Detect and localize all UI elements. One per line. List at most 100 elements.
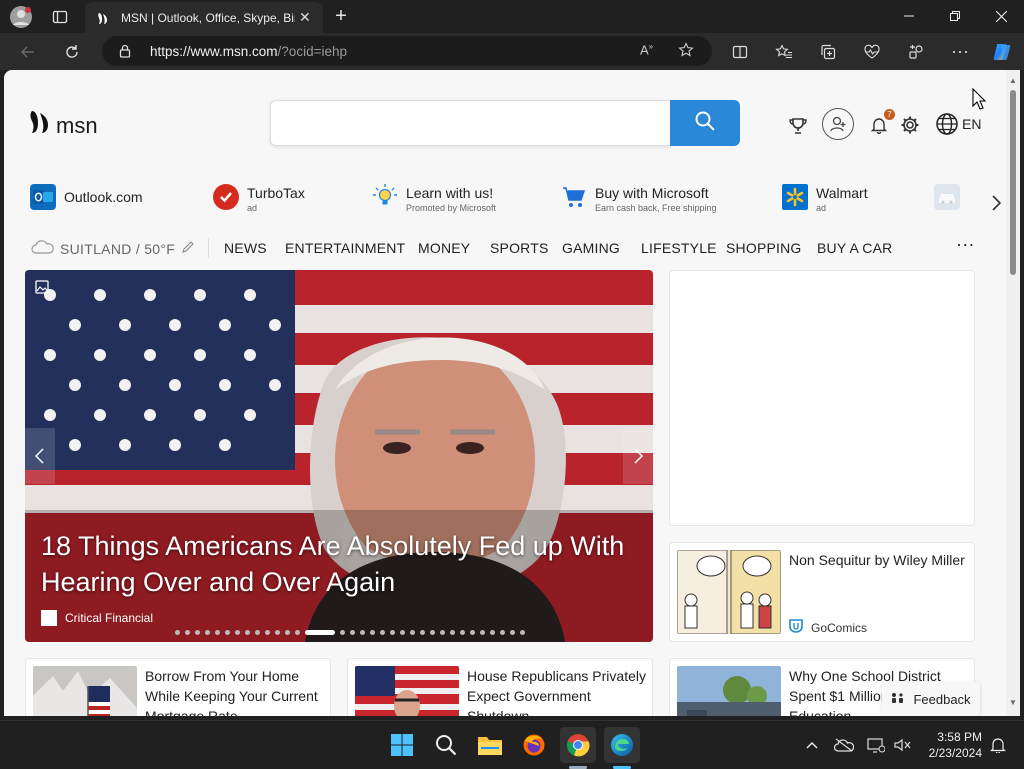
nav-money[interactable]: MONEY (418, 240, 470, 256)
news-card-mortgage[interactable]: Borrow From Your Home While Keeping Your… (25, 658, 331, 716)
more-menu-icon[interactable]: ··· (942, 33, 978, 70)
read-aloud-icon[interactable]: A» (640, 42, 653, 57)
carousel-dot[interactable] (340, 630, 345, 635)
news-card-comic[interactable]: Non Sequitur by Wiley Miller GoComics (669, 542, 975, 642)
edit-pencil-icon[interactable] (181, 240, 195, 257)
tab-close-icon[interactable]: ✕ (299, 9, 311, 26)
minimize-button[interactable] (886, 0, 932, 32)
edge-icon[interactable] (604, 727, 640, 763)
carousel-dot[interactable] (205, 630, 210, 635)
hero-headline[interactable]: 18 Things Americans Are Absolutely Fed u… (41, 528, 631, 600)
volume-muted-icon[interactable] (892, 735, 912, 755)
page-scrollbar[interactable]: ▲ ▼ (1006, 70, 1020, 716)
favorites-icon[interactable] (766, 33, 802, 70)
favorite-star-icon[interactable] (678, 42, 694, 63)
firefox-icon[interactable] (516, 727, 552, 763)
system-clock[interactable]: 3:58 PM 2/23/2024 (920, 729, 982, 761)
carousel-dot[interactable] (245, 630, 250, 635)
back-arrow-icon[interactable] (10, 33, 46, 70)
url-field[interactable]: https://www.msn.com/?ocid=iehp A» (102, 36, 712, 66)
carousel-dot[interactable] (470, 630, 475, 635)
tab-actions-icon[interactable] (48, 6, 72, 28)
carousel-dot[interactable] (490, 630, 495, 635)
collections-icon[interactable] (810, 33, 846, 70)
news-card-house[interactable]: House Republicans Privately Expect Gover… (347, 658, 653, 716)
carousel-dot[interactable] (285, 630, 290, 635)
network-icon[interactable] (866, 735, 886, 755)
rewards-trophy-icon[interactable] (786, 114, 810, 138)
nav-sports[interactable]: SPORTS (490, 240, 549, 256)
quick-link-outlook[interactable]: Outlook.com (30, 184, 143, 210)
carousel-dot[interactable] (255, 630, 260, 635)
carousel-dot[interactable] (235, 630, 240, 635)
nav-shopping[interactable]: SHOPPING (726, 240, 802, 256)
tray-overflow-chevron-icon[interactable] (802, 735, 822, 755)
hero-carousel[interactable]: 18 Things Americans Are Absolutely Fed u… (25, 270, 653, 642)
quick-links-next-arrow[interactable] (988, 192, 1004, 214)
language-label[interactable]: EN (962, 116, 981, 132)
carousel-dot[interactable] (295, 630, 300, 635)
taskbar-search-icon[interactable] (428, 727, 464, 763)
carousel-dot[interactable] (400, 630, 405, 635)
carousel-dot[interactable] (420, 630, 425, 635)
profile-avatar-icon[interactable] (8, 4, 34, 30)
quick-link-buy-microsoft[interactable]: Buy with Microsoft Earn cash back, Free … (561, 184, 717, 214)
quick-link-walmart[interactable]: Walmart ad (782, 184, 868, 214)
hero-next-arrow[interactable] (623, 428, 653, 484)
copilot-icon[interactable] (984, 33, 1020, 70)
settings-gear-icon[interactable] (898, 113, 922, 137)
quick-link-learn[interactable]: Learn with us! Promoted by Microsoft (372, 184, 496, 214)
carousel-dot[interactable] (215, 630, 220, 635)
quick-link-faded[interactable] (934, 184, 960, 210)
browser-essentials-icon[interactable] (854, 33, 890, 70)
search-button[interactable] (670, 100, 740, 146)
onedrive-icon[interactable] (834, 735, 854, 755)
carousel-dot[interactable] (500, 630, 505, 635)
lock-icon[interactable] (118, 44, 132, 63)
carousel-dot[interactable] (510, 630, 515, 635)
nav-gaming[interactable]: GAMING (562, 240, 620, 256)
split-screen-icon[interactable] (722, 33, 758, 70)
carousel-dot[interactable] (440, 630, 445, 635)
feedback-button[interactable]: Feedback (882, 682, 980, 716)
nav-news[interactable]: NEWS (224, 240, 267, 256)
carousel-dot[interactable] (390, 630, 395, 635)
carousel-dot[interactable] (460, 630, 465, 635)
carousel-dot[interactable] (265, 630, 270, 635)
scrollbar-thumb[interactable] (1010, 90, 1016, 275)
search-input[interactable] (270, 100, 670, 146)
chrome-icon[interactable] (560, 727, 596, 763)
weather-widget[interactable]: SUITLAND / 50°F (30, 239, 195, 258)
restore-button[interactable] (932, 0, 978, 32)
carousel-dot[interactable] (175, 630, 180, 635)
carousel-dot[interactable] (430, 630, 435, 635)
hero-source[interactable]: Critical Financial (41, 610, 153, 626)
account-avatar-icon[interactable] (822, 108, 854, 140)
carousel-dot[interactable] (225, 630, 230, 635)
nav-more-button[interactable]: ··· (956, 234, 975, 255)
tab-msn[interactable]: MSN | Outlook, Office, Skype, Bing ✕ (85, 2, 323, 33)
nav-lifestyle[interactable]: LIFESTYLE (641, 240, 717, 256)
carousel-dot[interactable] (450, 630, 455, 635)
notification-center-bell-icon[interactable] (988, 735, 1008, 755)
carousel-dot[interactable] (410, 630, 415, 635)
carousel-dot[interactable] (380, 630, 385, 635)
hero-prev-arrow[interactable] (25, 428, 55, 484)
carousel-dot-active[interactable] (305, 630, 335, 635)
carousel-dot[interactable] (360, 630, 365, 635)
quick-link-turbotax[interactable]: TurboTax ad (213, 184, 305, 214)
carousel-dot[interactable] (480, 630, 485, 635)
language-globe-icon[interactable] (934, 111, 960, 137)
scroll-down-arrow[interactable]: ▼ (1008, 698, 1018, 708)
carousel-dot[interactable] (185, 630, 190, 635)
carousel-dot[interactable] (350, 630, 355, 635)
start-button[interactable] (384, 727, 420, 763)
nav-buy-a-car[interactable]: BUY A CAR (817, 240, 892, 256)
close-window-button[interactable] (978, 0, 1024, 32)
carousel-dot[interactable] (520, 630, 525, 635)
carousel-dot[interactable] (275, 630, 280, 635)
carousel-dot[interactable] (370, 630, 375, 635)
file-explorer-icon[interactable] (472, 727, 508, 763)
extensions-icon[interactable] (898, 33, 934, 70)
nav-entertainment[interactable]: ENTERTAINMENT (285, 240, 405, 256)
